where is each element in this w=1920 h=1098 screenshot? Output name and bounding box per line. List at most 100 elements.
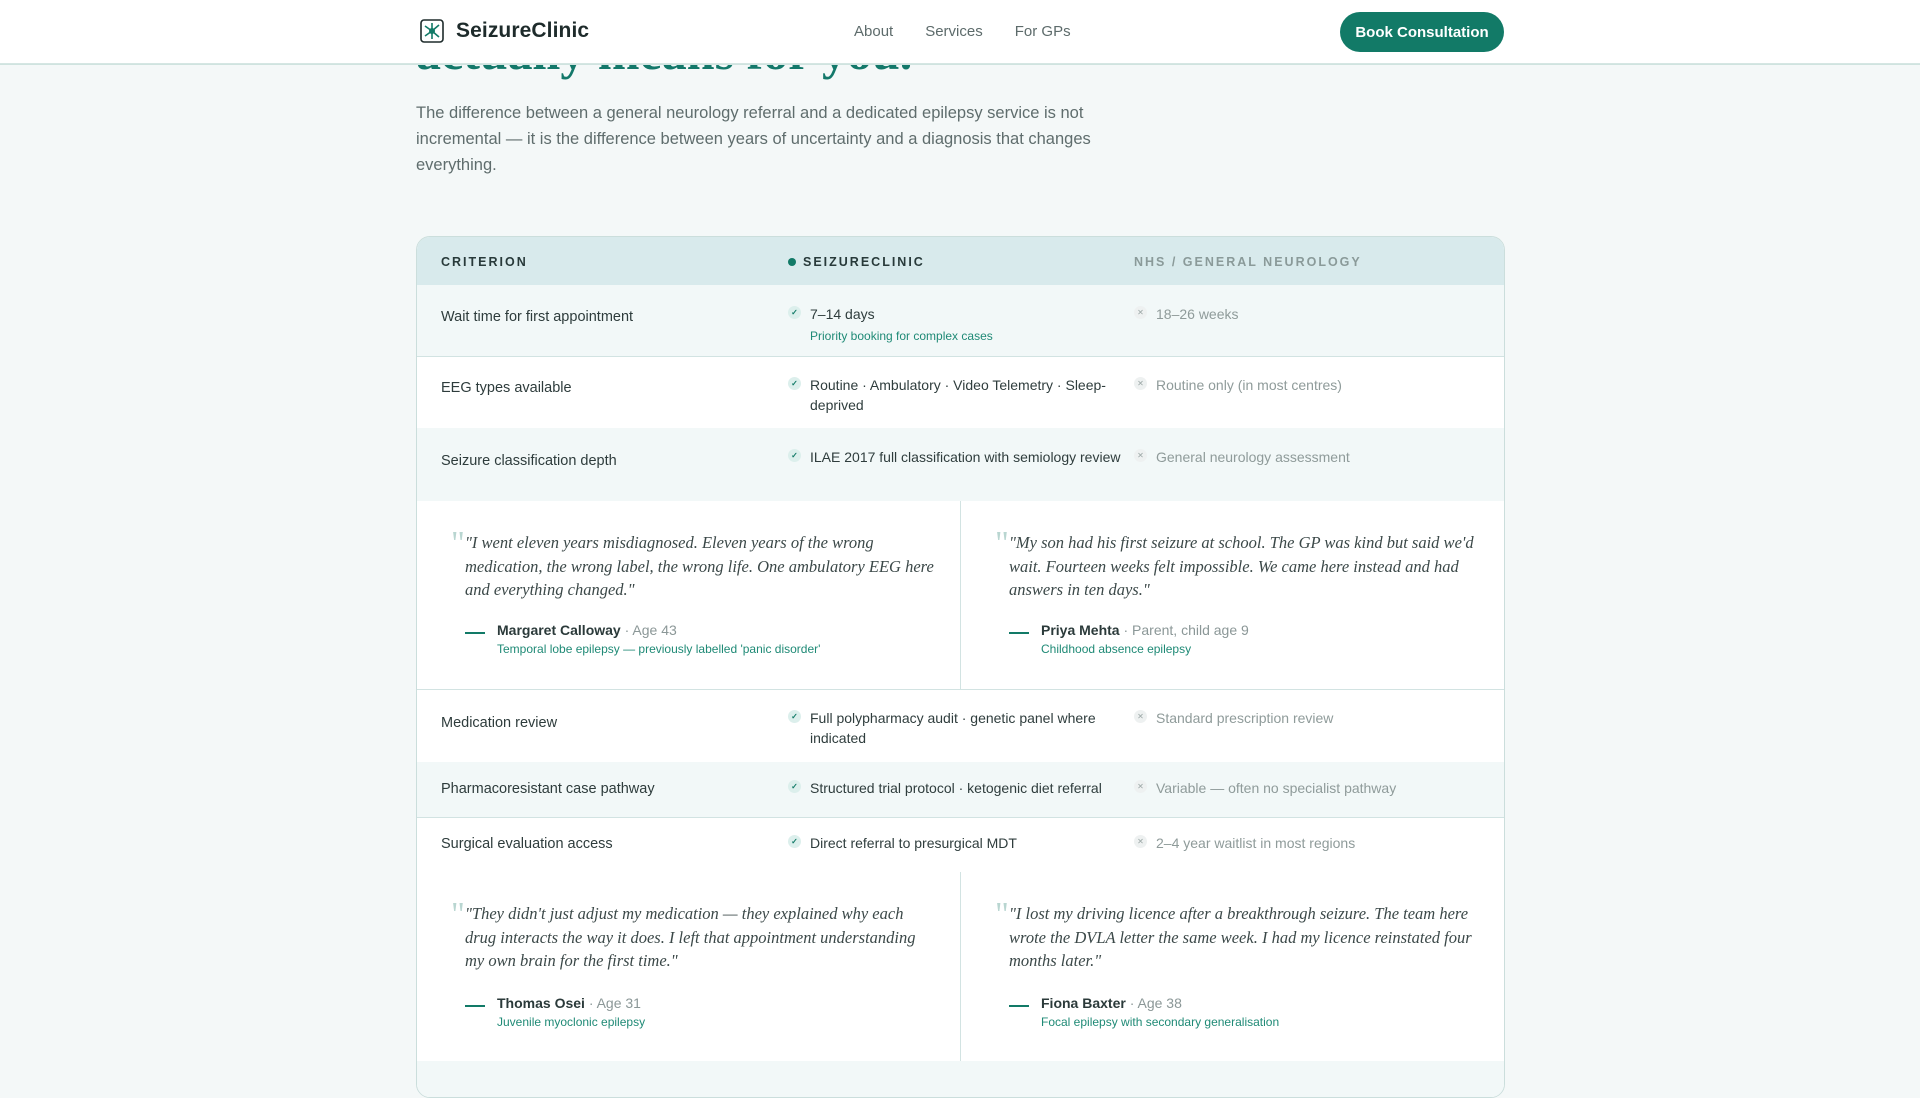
testimonial-card: " "I went eleven years misdiagnosed. Ele… bbox=[417, 501, 960, 689]
clinic-value: Full polypharmacy audit · genetic panel … bbox=[810, 710, 1096, 746]
nhs-cell: ✕ Routine only (in most centres) bbox=[1134, 375, 1474, 395]
nhs-value: 18–26 weeks bbox=[1156, 306, 1239, 322]
table-row: Medication review ✓ Full polypharmacy au… bbox=[417, 689, 1504, 763]
nhs-cell: ✕ Variable — often no specialist pathway bbox=[1134, 778, 1474, 798]
testimonial-card: " "I lost my driving licence after a bre… bbox=[960, 872, 1504, 1061]
testimonial-author: Thomas Osei · Age 31 bbox=[497, 995, 641, 1011]
cross-icon: ✕ bbox=[1134, 377, 1147, 390]
main-nav: About Services For GPs bbox=[854, 23, 1103, 40]
brand[interactable]: SeizureClinic bbox=[420, 19, 589, 43]
brain-logo-icon bbox=[420, 19, 444, 43]
nhs-cell: ✕ 2–4 year waitlist in most regions bbox=[1134, 833, 1474, 853]
testimonial-card: " "They didn't just adjust my medication… bbox=[417, 872, 960, 1061]
quote-mark-icon: " bbox=[451, 896, 465, 933]
author-meta: · Age 38 bbox=[1129, 995, 1182, 1011]
check-icon: ✓ bbox=[788, 306, 801, 319]
book-consultation-button[interactable]: Book Consultation bbox=[1340, 12, 1504, 52]
clinic-cell: ✓ Full polypharmacy audit · genetic pane… bbox=[788, 708, 1128, 748]
criterion-label: EEG types available bbox=[441, 380, 572, 396]
table-header: CRITERION SEIZURECLINIC NHS / GENERAL NE… bbox=[417, 237, 1504, 286]
site-header: SeizureClinic About Services For GPs Boo… bbox=[0, 0, 1920, 64]
testimonial-card: " "My son had his first seizure at schoo… bbox=[960, 501, 1504, 689]
author-name: Margaret Calloway bbox=[497, 622, 621, 638]
check-icon: ✓ bbox=[788, 449, 801, 462]
accent-dash bbox=[465, 1005, 485, 1007]
clinic-value: 7–14 days Priority booking for complex ca… bbox=[810, 304, 993, 346]
header-nhs: NHS / GENERAL NEUROLOGY bbox=[1134, 255, 1362, 269]
author-condition: Childhood absence epilepsy bbox=[1041, 642, 1192, 656]
criterion-label: Wait time for first appointment bbox=[441, 309, 634, 325]
accent-dash bbox=[465, 632, 485, 634]
nhs-cell: ✕ General neurology assessment bbox=[1134, 447, 1474, 467]
clinic-cell: ✓ Structured trial protocol · ketogenic … bbox=[788, 778, 1128, 798]
clinic-subtext: Priority booking for complex cases bbox=[810, 329, 993, 343]
check-icon: ✓ bbox=[788, 377, 801, 390]
accent-dash bbox=[1009, 632, 1029, 634]
testimonial-quote: "I lost my driving licence after a break… bbox=[1009, 904, 1472, 970]
table-row: Surgical evaluation access ✓ Direct refe… bbox=[417, 817, 1504, 873]
testimonial-quote: "I went eleven years misdiagnosed. Eleve… bbox=[465, 533, 934, 599]
clinic-value: Routine · Ambulatory · Video Telemetry ·… bbox=[810, 377, 1106, 413]
comparison-table: CRITERION SEIZURECLINIC NHS / GENERAL NE… bbox=[416, 236, 1505, 1098]
testimonial-author: Priya Mehta · Parent, child age 9 bbox=[1041, 622, 1249, 638]
hero-intro: The difference between a general neurolo… bbox=[416, 104, 1091, 174]
clinic-cell: ✓ ILAE 2017 full classification with sem… bbox=[788, 447, 1128, 467]
table-row: Seizure classification depth ✓ ILAE 2017… bbox=[417, 428, 1504, 502]
check-icon: ✓ bbox=[788, 710, 801, 723]
accent-dot-icon bbox=[788, 258, 796, 266]
table-row: Pharmacoresistant case pathway ✓ Structu… bbox=[417, 762, 1504, 818]
check-icon: ✓ bbox=[788, 780, 801, 793]
criterion-label: Medication review bbox=[441, 715, 558, 731]
author-name: Fiona Baxter bbox=[1041, 995, 1126, 1011]
nhs-cell: ✕ Standard prescription review bbox=[1134, 708, 1474, 728]
nhs-value: Routine only (in most centres) bbox=[1156, 377, 1342, 393]
criterion-label: Pharmacoresistant case pathway bbox=[441, 781, 655, 797]
clinic-cell: ✓ 7–14 days Priority booking for complex … bbox=[788, 304, 1128, 346]
nav-about[interactable]: About bbox=[854, 23, 893, 40]
nav-services[interactable]: Services bbox=[925, 23, 983, 40]
quote-mark-icon: " bbox=[995, 896, 1009, 933]
criterion-label: Seizure classification depth bbox=[441, 453, 617, 469]
author-name: Thomas Osei bbox=[497, 995, 585, 1011]
nhs-value: Variable — often no specialist pathway bbox=[1156, 780, 1397, 796]
clinic-value: Structured trial protocol · ketogenic di… bbox=[810, 780, 1102, 796]
cross-icon: ✕ bbox=[1134, 306, 1147, 319]
clinic-cell: ✓ Routine · Ambulatory · Video Telemetry… bbox=[788, 375, 1128, 415]
cross-icon: ✕ bbox=[1134, 449, 1147, 462]
author-condition: Focal epilepsy with secondary generalisa… bbox=[1041, 1015, 1280, 1029]
cross-icon: ✕ bbox=[1134, 780, 1147, 793]
nav-for-gps[interactable]: For GPs bbox=[1015, 23, 1071, 40]
testimonial-quote: "They didn't just adjust my medication —… bbox=[465, 904, 916, 970]
header-seizureclinic-label: SEIZURECLINIC bbox=[803, 255, 925, 269]
quote-mark-icon: " bbox=[451, 525, 465, 562]
author-meta: · Parent, child age 9 bbox=[1123, 622, 1249, 638]
testimonial-quote: "My son had his first seizure at school.… bbox=[1009, 533, 1474, 599]
nhs-value: Standard prescription review bbox=[1156, 710, 1334, 726]
testimonial-row: " "I went eleven years misdiagnosed. Ele… bbox=[417, 501, 1504, 690]
table-row: EEG types available ✓ Routine · Ambulato… bbox=[417, 356, 1504, 429]
author-meta: · Age 31 bbox=[588, 995, 641, 1011]
quote-mark-icon: " bbox=[995, 525, 1009, 562]
nhs-value: 2–4 year waitlist in most regions bbox=[1156, 835, 1356, 851]
author-condition: Juvenile myoclonic epilepsy bbox=[497, 1015, 646, 1029]
criterion-label: Surgical evaluation access bbox=[441, 836, 613, 852]
brand-name: SeizureClinic bbox=[456, 19, 590, 42]
testimonial-author: Margaret Calloway · Age 43 bbox=[497, 622, 677, 638]
header-criterion: CRITERION bbox=[441, 255, 528, 269]
author-name: Priya Mehta bbox=[1041, 622, 1120, 638]
cross-icon: ✕ bbox=[1134, 710, 1147, 723]
testimonial-author: Fiona Baxter · Age 38 bbox=[1041, 995, 1182, 1011]
header-seizureclinic: SEIZURECLINIC bbox=[788, 255, 925, 269]
author-condition: Temporal lobe epilepsy — previously labe… bbox=[497, 642, 821, 656]
check-icon: ✓ bbox=[788, 835, 801, 848]
accent-dash bbox=[1009, 1005, 1029, 1007]
clinic-value: ILAE 2017 full classification with semio… bbox=[810, 449, 1121, 465]
clinic-value: Direct referral to presurgical MDT bbox=[810, 835, 1017, 851]
testimonial-row: " "They didn't just adjust my medication… bbox=[417, 872, 1504, 1062]
author-meta: · Age 43 bbox=[624, 622, 677, 638]
table-row: Wait time for first appointment ✓ 7–14 d… bbox=[417, 285, 1504, 357]
clinic-text: 7–14 days bbox=[810, 306, 875, 322]
cross-icon: ✕ bbox=[1134, 835, 1147, 848]
clinic-cell: ✓ Direct referral to presurgical MDT bbox=[788, 833, 1128, 853]
nhs-cell: ✕ 18–26 weeks bbox=[1134, 304, 1474, 324]
